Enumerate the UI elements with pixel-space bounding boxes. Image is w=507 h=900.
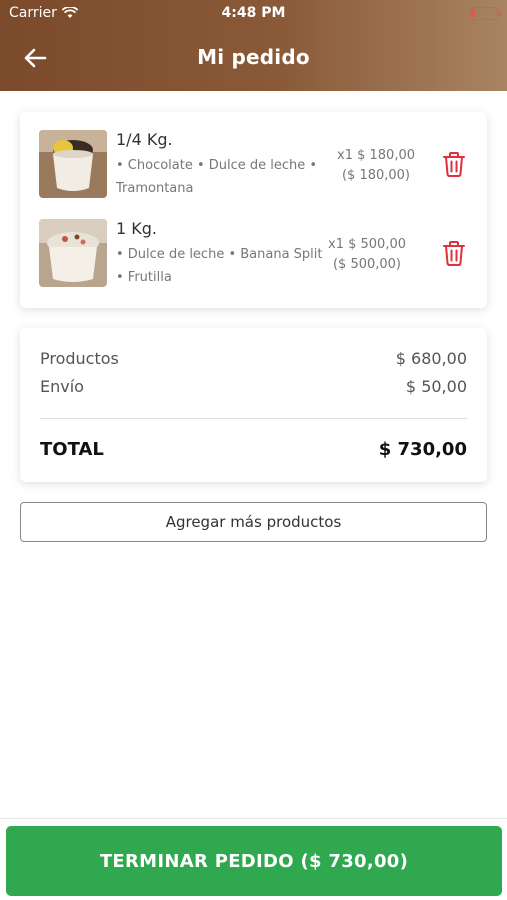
delete-item-button[interactable] [441, 239, 467, 267]
trash-icon [443, 241, 465, 266]
item-flavors: • Chocolate • Dulce de leche • Tramontan… [116, 158, 318, 196]
finish-order-button[interactable]: TERMINAR PEDIDO ($ 730,00) [6, 826, 502, 896]
summary-products-row: Productos $ 680,00 [40, 349, 467, 368]
item-flavors: • Dulce de leche • Banana Split • Frutil… [116, 247, 323, 285]
product-image [39, 130, 107, 198]
summary-total-row: TOTAL $ 730,00 [40, 439, 467, 460]
app-header: Carrier 4:48 PM Mi pedido [0, 0, 507, 91]
total-label: TOTAL [40, 439, 104, 460]
order-item: 1 Kg. • Dulce de leche • Banana Split • … [20, 211, 487, 289]
item-unit-price: x1 $ 500,00 [328, 237, 406, 252]
summary-divider [40, 418, 467, 419]
order-summary-card: Productos $ 680,00 Envío $ 50,00 TOTAL $… [20, 328, 487, 482]
products-value: $ 680,00 [395, 349, 467, 368]
shipping-value: $ 50,00 [405, 377, 467, 396]
delete-item-button[interactable] [441, 150, 467, 178]
trash-icon [443, 152, 465, 177]
summary-shipping-row: Envío $ 50,00 [40, 377, 467, 396]
total-value: $ 730,00 [378, 439, 467, 460]
item-price: x1 $ 180,00 ($ 180,00) [326, 146, 426, 186]
order-item: 1/4 Kg. • Chocolate • Dulce de leche • T… [20, 122, 487, 200]
products-label: Productos [40, 349, 119, 368]
order-items-card: 1/4 Kg. • Chocolate • Dulce de leche • T… [20, 112, 487, 308]
item-unit-price: x1 $ 180,00 [337, 148, 415, 163]
item-subtotal: ($ 500,00) [332, 257, 402, 272]
bottom-divider [0, 818, 507, 819]
status-bar: Carrier 4:48 PM [0, 0, 507, 28]
page-title: Mi pedido [197, 45, 310, 69]
item-size: 1 Kg. [116, 219, 157, 238]
item-price: x1 $ 500,00 ($ 500,00) [314, 235, 420, 275]
shipping-label: Envío [40, 377, 84, 396]
item-subtotal: ($ 180,00) [341, 168, 411, 183]
battery-icon [469, 7, 501, 20]
product-image [39, 219, 107, 287]
item-size: 1/4 Kg. [116, 130, 173, 149]
status-time: 4:48 PM [221, 5, 286, 21]
add-more-products-button[interactable]: Agregar más productos [20, 502, 487, 542]
